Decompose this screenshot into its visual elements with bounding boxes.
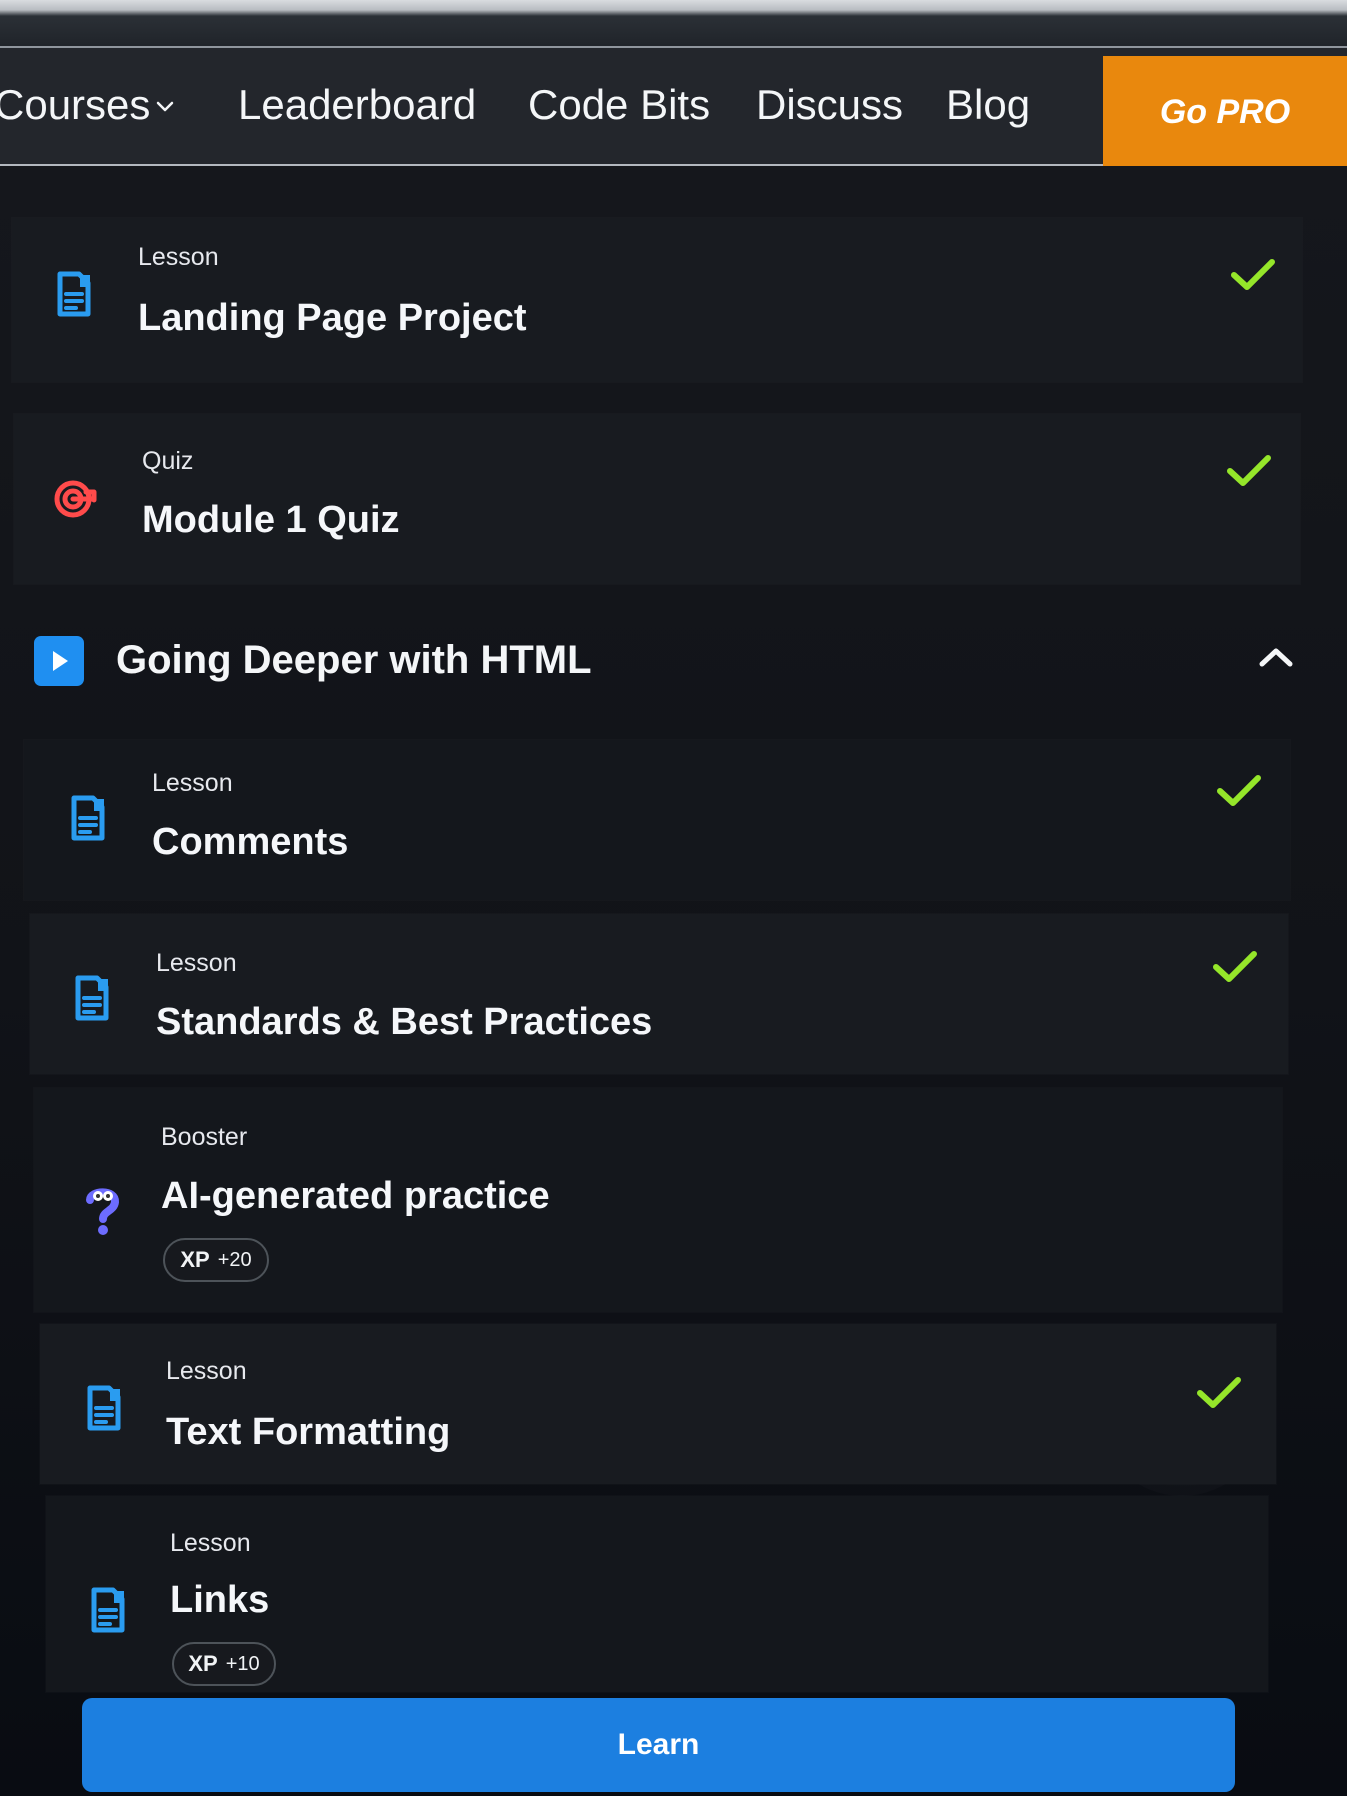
lesson-card-text-formatting[interactable]: Lesson Text Formatting [40,1324,1276,1484]
xp-label: XP [188,1651,218,1676]
nav-courses[interactable]: Courses [0,80,150,130]
check-icon [1227,455,1271,486]
item-title: Module 1 Quiz [142,499,400,541]
play-icon [34,636,84,686]
go-pro-button[interactable]: Go PRO [1103,56,1347,168]
lesson-icon [71,795,105,841]
nav-code-bits[interactable]: Code Bits [528,80,710,130]
check-icon [1213,951,1257,982]
xp-reward-badge: XP +10 [172,1642,276,1686]
item-type-label: Lesson [156,949,237,977]
item-type-label: Lesson [138,243,219,271]
lesson-card-landing-page-project[interactable]: Lesson Landing Page Project [12,218,1302,382]
xp-value: +10 [225,1652,260,1675]
top-navigation: Courses Leaderboard Code Bits Discuss Bl… [0,46,1347,168]
booster-card-ai-generated-practice[interactable]: Booster AI-generated practice XP +20 [34,1088,1282,1312]
item-title: AI-generated practice [161,1175,550,1217]
section-header-going-deeper[interactable]: Going Deeper with HTML [34,635,1294,686]
lesson-icon [57,271,91,317]
quiz-card-module-1[interactable]: Quiz Module 1 Quiz [14,414,1300,584]
check-icon [1197,1377,1241,1408]
item-title: Standards & Best Practices [156,1001,653,1043]
nav-blog[interactable]: Blog [946,80,1030,130]
xp-value: +20 [217,1248,252,1271]
chevron-up-icon[interactable] [1258,646,1294,670]
top-browser-strip [0,0,1347,46]
item-type-label: Lesson [166,1357,247,1385]
item-type-label: Quiz [142,447,194,475]
item-title: Links [170,1579,270,1621]
lesson-card-standards-best-practices[interactable]: Lesson Standards & Best Practices [30,914,1288,1074]
check-icon [1231,259,1275,290]
xp-reward-badge: XP +20 [163,1238,269,1282]
item-title: Landing Page Project [138,297,527,339]
lesson-card-comments[interactable]: Lesson Comments [24,740,1290,900]
lesson-icon [91,1587,125,1633]
quiz-target-icon [54,480,97,518]
lesson-icon [75,975,109,1021]
item-title: Comments [152,821,349,863]
section-title: Going Deeper with HTML [116,638,592,682]
check-icon [1217,775,1261,806]
nav-leaderboard[interactable]: Leaderboard [238,80,476,130]
play-icon-glyph [53,651,68,671]
nav-discuss[interactable]: Discuss [756,80,903,130]
item-type-label: Lesson [152,769,233,797]
learn-button[interactable]: Learn [82,1698,1235,1792]
lesson-card-links[interactable]: Lesson Links XP +10 [46,1496,1268,1692]
chevron-down-icon[interactable] [156,98,174,116]
item-type-label: Booster [161,1123,248,1151]
item-title: Text Formatting [166,1411,451,1453]
item-type-label: Lesson [170,1529,251,1557]
xp-label: XP [180,1247,210,1272]
lesson-icon [87,1385,121,1431]
question-booster-icon [86,1188,119,1235]
